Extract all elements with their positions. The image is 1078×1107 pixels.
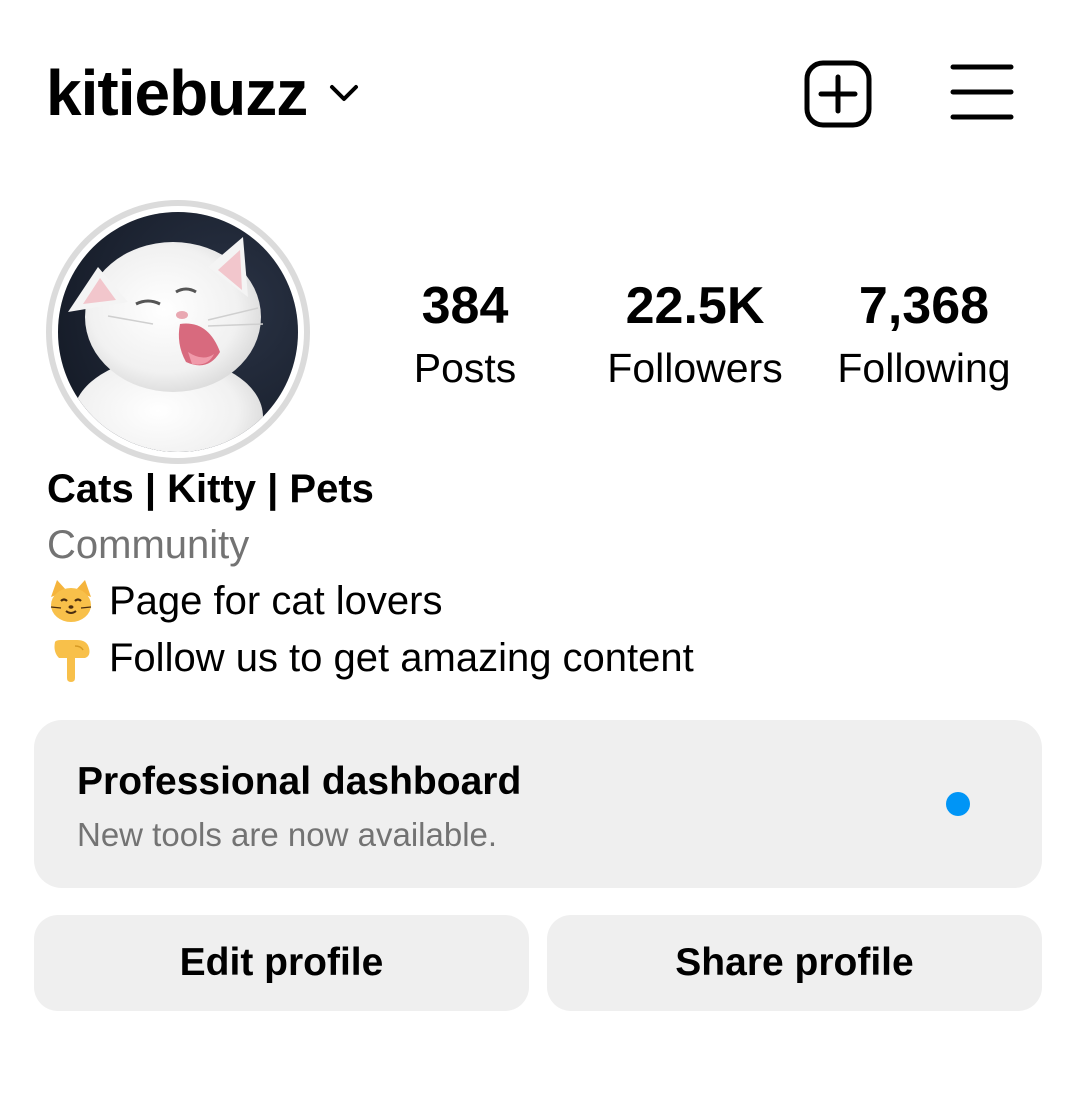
plus-square-icon (804, 60, 872, 128)
share-profile-button[interactable]: Share profile (547, 915, 1042, 1011)
cat-face-emoji-icon (47, 577, 95, 625)
stat-following[interactable]: 7,368 Following (826, 272, 1022, 396)
notification-dot (946, 792, 970, 816)
profile-category: Community (47, 523, 250, 567)
bio-line-text: Follow us to get amazing content (109, 636, 694, 680)
username: kitiebuzz (46, 57, 308, 129)
profile-display-name: Cats | Kitty | Pets (47, 467, 374, 511)
posts-label: Posts (413, 345, 517, 391)
bio-line: Follow us to get amazing content (47, 631, 694, 685)
edit-profile-button[interactable]: Edit profile (34, 915, 529, 1011)
kitten-avatar-image (58, 212, 298, 452)
chevron-down-icon[interactable] (327, 76, 361, 110)
pointing-down-emoji-icon (47, 634, 95, 682)
followers-label: Followers (607, 345, 783, 391)
hamburger-menu-icon (950, 64, 1014, 120)
account-switcher[interactable]: kitiebuzz (46, 55, 361, 131)
menu-button[interactable] (948, 60, 1016, 128)
bio-line-text: Page for cat lovers (109, 579, 443, 623)
dashboard-title: Professional dashboard (77, 760, 522, 803)
posts-count: 384 (421, 277, 509, 335)
following-count: 7,368 (858, 277, 990, 335)
following-label: Following (837, 345, 1011, 391)
create-post-button[interactable] (804, 60, 872, 128)
professional-dashboard-card[interactable]: Professional dashboard New tools are now… (34, 720, 1042, 888)
avatar[interactable] (52, 206, 304, 458)
stat-followers[interactable]: 22.5K Followers (590, 272, 800, 396)
dashboard-subtitle: New tools are now available. (77, 816, 498, 853)
stat-posts[interactable]: 384 Posts (395, 272, 535, 396)
bio-line: Page for cat lovers (47, 574, 443, 628)
followers-count: 22.5K (625, 277, 765, 335)
